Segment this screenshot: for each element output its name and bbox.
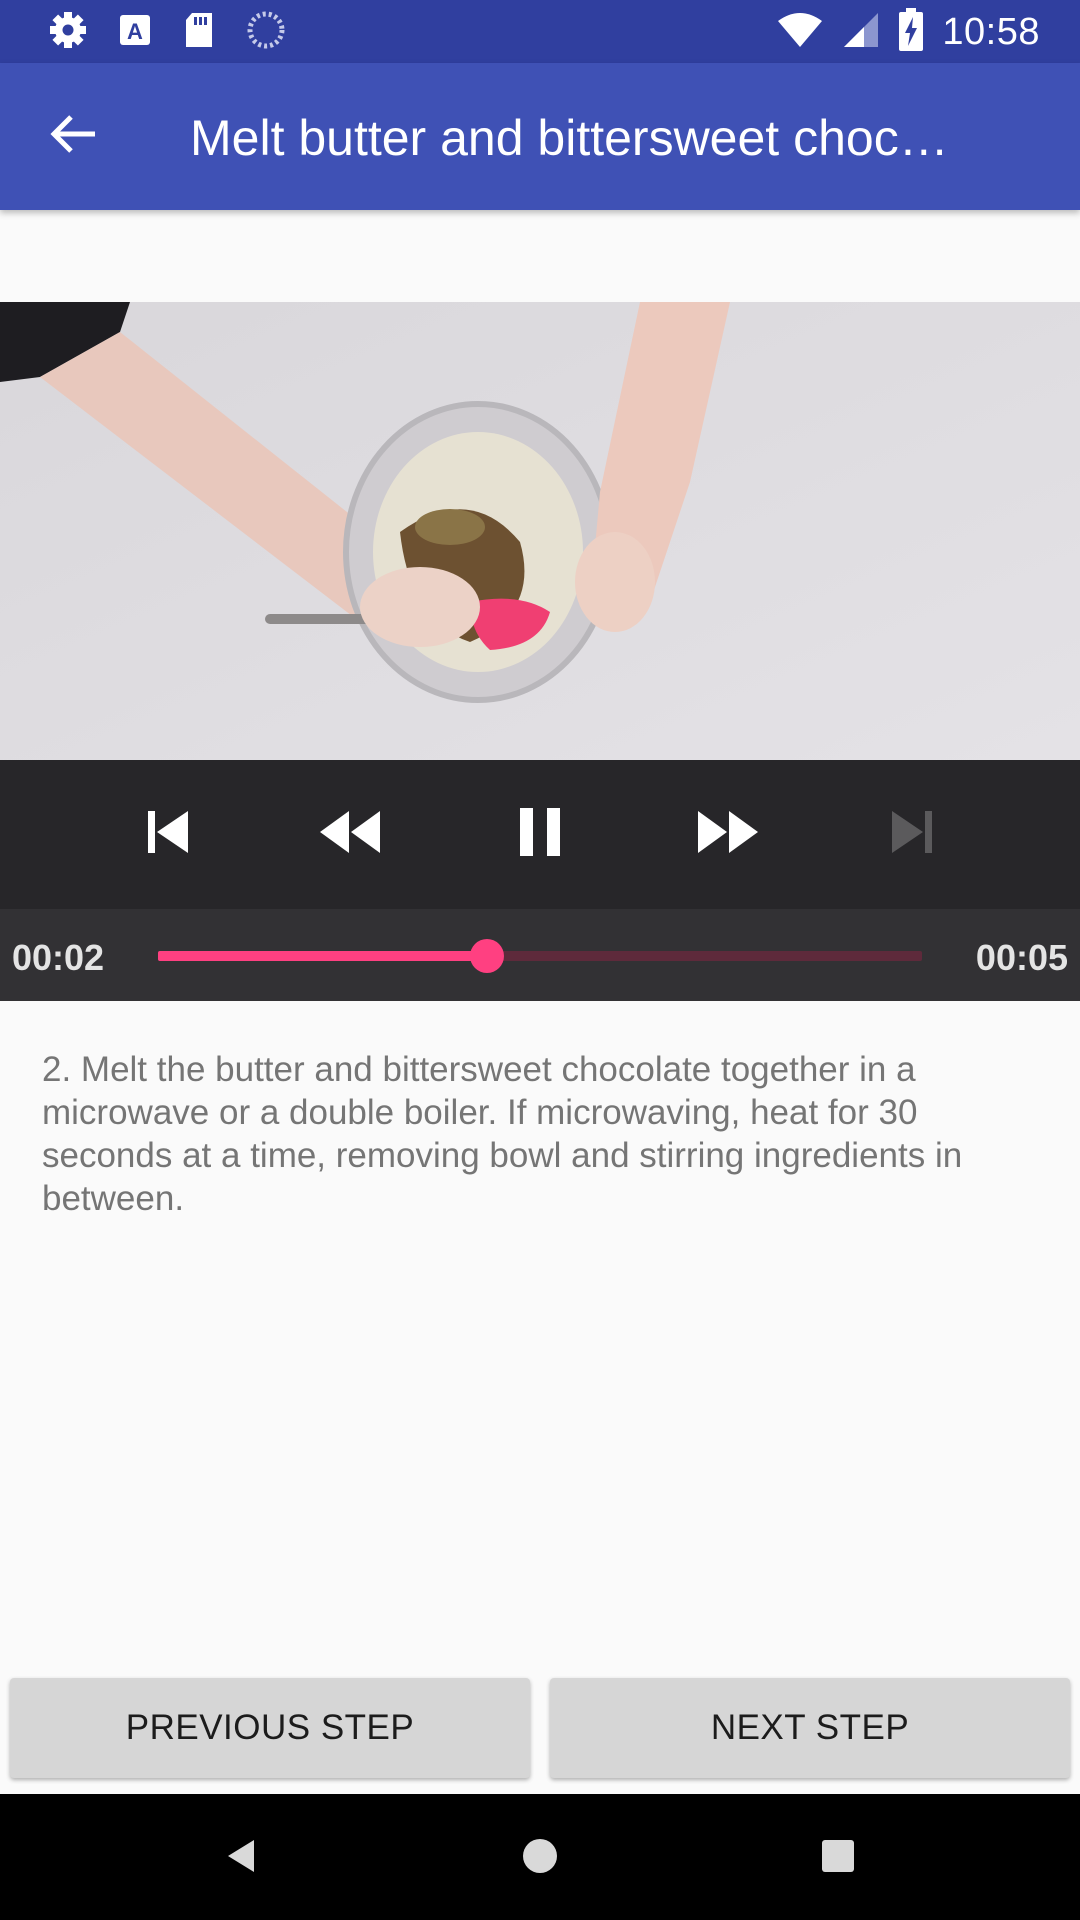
gear-icon: [48, 10, 88, 55]
page-title: Melt butter and bittersweet choc…: [190, 110, 949, 166]
step-description: 2. Melt the butter and bittersweet choco…: [42, 1050, 963, 1218]
fast-forward-icon: [696, 809, 760, 860]
next-step-button[interactable]: NEXT STEP: [550, 1678, 1070, 1778]
duration-time: 00:05: [975, 937, 1068, 978]
app-bar: Melt butter and bittersweet choc…: [0, 63, 1080, 210]
skip-next-icon: [888, 809, 936, 860]
nav-recents-button[interactable]: [806, 1826, 870, 1890]
nav-back-button[interactable]: [210, 1826, 274, 1890]
nav-home-button[interactable]: [508, 1826, 572, 1890]
position-time: 00:02: [12, 937, 105, 978]
back-triangle-icon: [222, 1836, 262, 1881]
fast-forward-button[interactable]: [696, 802, 760, 866]
seek-bar-played: [158, 951, 487, 961]
skip-previous-icon: [144, 809, 192, 860]
recents-square-icon: [818, 1836, 858, 1881]
skip-previous-button[interactable]: [136, 802, 200, 866]
wifi-icon: [776, 11, 824, 54]
seek-bar-thumb[interactable]: [469, 939, 504, 973]
font-a-icon: A: [118, 13, 152, 52]
rewind-button[interactable]: [318, 802, 382, 866]
seek-bar-row: 00:02 00:05: [0, 909, 1080, 1001]
skip-next-button[interactable]: [880, 802, 944, 866]
back-button[interactable]: [34, 96, 114, 176]
pause-icon: [517, 807, 563, 862]
sd-card-icon: [182, 11, 216, 54]
rewind-icon: [318, 809, 382, 860]
pause-button[interactable]: [508, 802, 572, 866]
seek-bar[interactable]: [158, 939, 922, 973]
video-frame[interactable]: [0, 302, 1080, 760]
player-controls: [0, 760, 1080, 909]
svg-text:A: A: [127, 19, 143, 44]
battery-charging-icon: [898, 7, 924, 57]
arrow-left-icon: [49, 112, 99, 161]
home-circle-icon: [520, 1836, 560, 1881]
loading-spinner-icon: [246, 10, 286, 55]
system-nav-bar: [0, 1794, 1080, 1920]
cell-signal-icon: [842, 11, 880, 54]
status-bar: A 10:58: [0, 0, 1080, 63]
status-time: 10:58: [942, 10, 1040, 53]
previous-step-button[interactable]: PREVIOUS STEP: [10, 1678, 530, 1778]
